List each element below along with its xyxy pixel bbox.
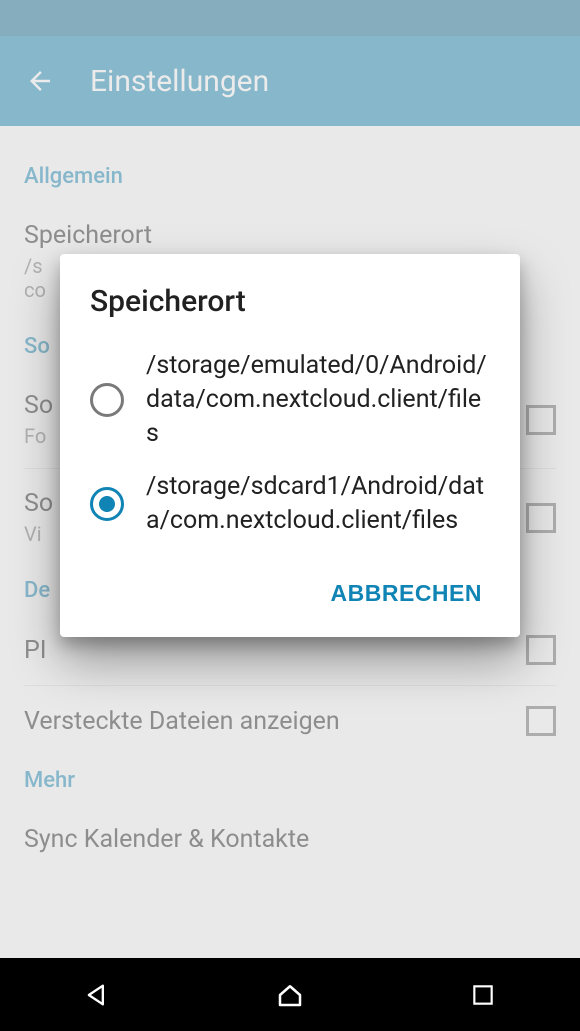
cancel-button[interactable]: ABBRECHEN [323, 568, 490, 619]
storage-location-dialog: Speicherort /storage/emulated/0/Android/… [60, 254, 520, 637]
storage-option-internal[interactable]: /storage/emulated/0/Android/data/com.nex… [90, 341, 490, 462]
radio-label: /storage/emulated/0/Android/data/com.nex… [146, 349, 490, 450]
nav-home-button[interactable] [272, 977, 308, 1013]
storage-option-sdcard[interactable]: /storage/sdcard1/Android/data/com.nextcl… [90, 462, 490, 550]
dialog-title: Speicherort [90, 284, 490, 319]
triangle-back-icon [83, 981, 111, 1009]
screen: Einstellungen Allgemein Speicherort /s c… [0, 0, 580, 1031]
radio-label: /storage/sdcard1/Android/data/com.nextcl… [146, 470, 490, 538]
nav-recent-button[interactable] [465, 977, 501, 1013]
radio-unchecked-icon [90, 383, 124, 417]
home-outline-icon [275, 980, 305, 1010]
dialog-actions: ABBRECHEN [90, 568, 490, 619]
square-recent-icon [470, 982, 496, 1008]
radio-checked-icon [90, 487, 124, 521]
nav-back-button[interactable] [79, 977, 115, 1013]
navigation-bar [0, 958, 580, 1031]
